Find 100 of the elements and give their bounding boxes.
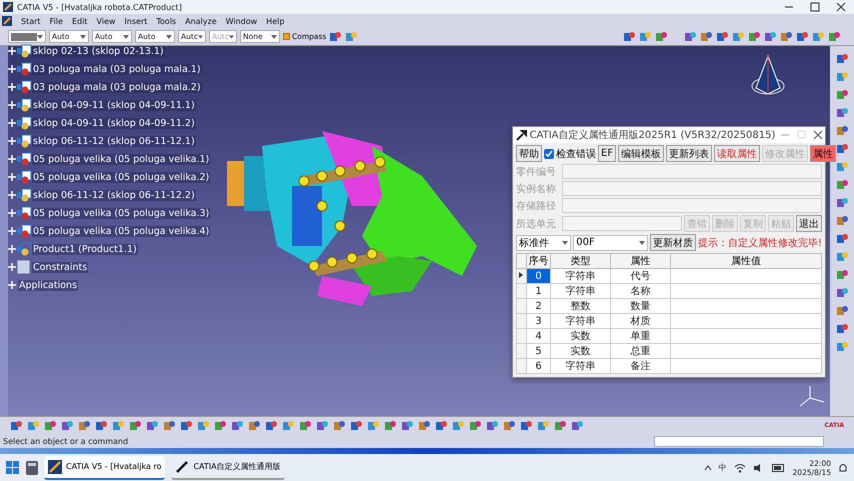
column-header[interactable]: 属性值 [670,254,822,268]
toolbar-icon[interactable] [180,419,193,432]
toolbar-icon[interactable] [828,30,841,43]
toolbar-icon[interactable] [112,419,125,432]
check-errors-checkbox[interactable]: 检查错误 [544,146,596,160]
dialog-button[interactable]: 帮助 [516,145,542,162]
dialog-button[interactable]: 编辑模板 [618,145,664,162]
toolbar-icon[interactable] [316,419,329,432]
toolbar-icon[interactable] [836,196,848,209]
tree-item[interactable]: sklop 04-09-11 (sklop 04-09-11.2) [32,118,196,128]
toolbar-icon[interactable] [836,340,848,353]
calculator-icon[interactable] [26,460,38,474]
tree-item[interactable]: 05 poluga velika (05 poluga velika.2) [32,172,210,182]
toolbar-icon[interactable] [748,30,761,43]
update-material-button[interactable]: 更新材质 [650,234,696,251]
input-field[interactable] [562,198,822,213]
toolbar-icon[interactable] [836,250,848,263]
toolbar-icon[interactable] [836,322,848,335]
dialog-button[interactable]: 更新列表 [666,145,712,162]
toolbar-icon[interactable] [836,286,848,299]
toolbar-icon[interactable] [486,419,499,432]
toolbar-icon[interactable] [684,30,697,43]
column-header[interactable]: 属性 [610,254,670,268]
taskbar-task[interactable]: CATIA V5 - [Hvataljka ro [44,456,166,480]
toolbar-icon[interactable] [623,30,636,43]
toolbar-icon[interactable] [231,419,244,432]
expand-icon[interactable] [8,278,18,292]
menu-item[interactable]: Start [21,16,41,26]
row-header[interactable] [516,268,526,284]
tree-item[interactable]: 03 poluga mala (03 poluga mala.2) [32,82,202,92]
tree-scrollbar[interactable] [0,46,8,416]
toolbar-icon[interactable] [367,419,380,432]
toolbar-icon[interactable] [401,419,414,432]
tree-item[interactable]: 05 poluga velika (05 poluga velika.3) [32,208,210,218]
input-field[interactable] [562,181,822,196]
toolbar-icon[interactable] [716,30,729,43]
toolbar-icon[interactable] [836,178,848,191]
toolbar-icon[interactable] [836,232,848,245]
toolbar-icon[interactable] [197,419,210,432]
toolbar-icon[interactable] [780,30,793,43]
toolbar-icon[interactable] [418,419,431,432]
toolbar-icon[interactable] [350,419,363,432]
input-method-indicator[interactable]: 中 [718,462,727,473]
toolbar-icon[interactable] [146,419,159,432]
toolbar-icon[interactable] [554,419,567,432]
toolbar-icon[interactable] [299,419,312,432]
checkbox-icon[interactable] [544,148,554,158]
tree-item[interactable]: Constraints [32,262,88,272]
toolbar-icon[interactable] [700,30,713,43]
toolbar-icon[interactable] [732,30,745,43]
menu-item[interactable]: Tools [156,16,176,26]
tree-item[interactable]: 05 poluga velika (05 poluga velika.4) [32,226,210,236]
tree-item[interactable]: sklop 02-13 (sklop 02-13.1) [32,46,165,56]
toolbar-icon[interactable] [248,419,261,432]
toolbar-icon[interactable] [836,304,848,317]
tree-item[interactable]: Product1 (Product1.1) [32,244,138,254]
menu-item[interactable]: Window [226,16,258,26]
toolbar-icon[interactable] [537,419,550,432]
input-field[interactable] [562,216,682,231]
command-field[interactable] [654,436,824,446]
chevron-up-icon[interactable] [704,464,712,470]
toolbar-icon[interactable] [571,419,584,432]
toolbar-icon[interactable] [836,142,848,155]
battery-icon[interactable] [772,464,786,472]
toolbar-icon[interactable] [333,419,346,432]
column-header[interactable]: 类型 [550,254,610,268]
toolbar-icon[interactable] [639,30,652,43]
toolbar-icon[interactable] [836,214,848,227]
taskbar-task[interactable]: CATIA自定义属性通用版 [171,456,285,480]
toolbar-icon[interactable] [836,52,848,65]
color-dropdown[interactable] [8,30,46,43]
menu-item[interactable]: View [96,16,116,26]
toolbar-icon[interactable] [435,419,448,432]
menu-item[interactable]: Help [266,16,284,26]
toolbar-icon[interactable] [265,419,278,432]
toolbar-icon[interactable] [384,419,397,432]
toolbar-icon[interactable] [95,419,108,432]
column-header[interactable]: 序号 [526,254,550,268]
toolbar-icon[interactable] [78,419,91,432]
input-field[interactable] [562,164,822,179]
toolbar-icon[interactable] [163,419,176,432]
wifi-icon[interactable] [734,462,746,472]
toolbar-icon[interactable] [520,419,533,432]
tree-item[interactable]: sklop 06-11-12 (sklop 06-11-12.2) [32,190,196,200]
menu-item[interactable]: File [50,16,63,26]
toolbar-icon[interactable] [129,419,142,432]
windows-start-icon[interactable] [6,460,20,474]
notification-icon[interactable] [838,462,848,474]
toolbar-icon[interactable] [836,70,848,83]
toolbar-icon[interactable] [503,419,516,432]
toolbar-icon[interactable] [655,30,668,43]
toolbar-icon[interactable] [61,419,74,432]
toolbar-icon[interactable] [796,30,809,43]
tree-item[interactable]: sklop 04-09-11 (sklop 04-09-11.1) [32,100,196,110]
toolbar-icon[interactable] [812,30,825,43]
material-dropdown[interactable]: 00F [573,234,648,250]
toolbar-icon[interactable] [214,419,227,432]
toolbar-icon[interactable] [44,419,57,432]
toolbar-icon[interactable] [10,419,23,432]
toolbar-icon[interactable] [452,419,465,432]
